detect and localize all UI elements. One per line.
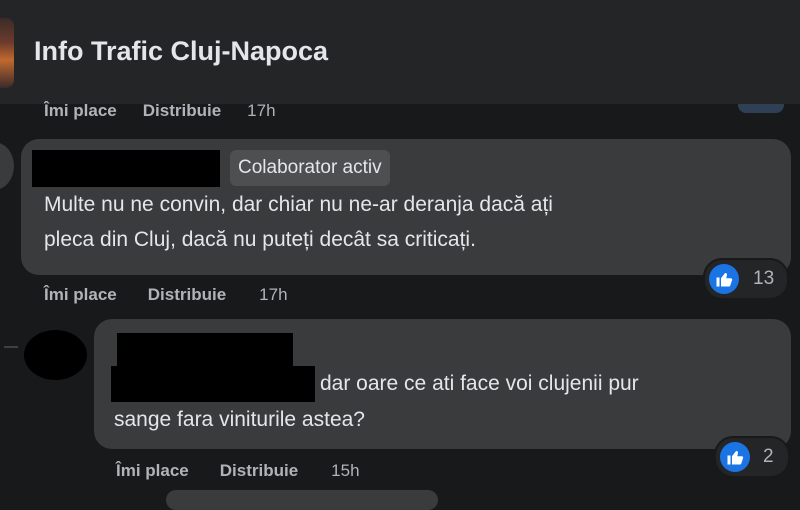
avatar[interactable]	[0, 142, 14, 190]
next-comment-bubble	[166, 490, 438, 510]
comment-actions: Îmi place Distribuie 15h	[116, 461, 360, 481]
group-title[interactable]: Info Trafic Cluj-Napoca	[34, 36, 328, 67]
comment-text: Multe nu ne convin, dar chiar nu ne-ar d…	[44, 187, 744, 257]
redacted-text	[111, 366, 315, 402]
redacted-author-name	[117, 333, 293, 366]
comment-timestamp[interactable]: 17h	[247, 101, 275, 120]
like-icon	[720, 442, 750, 472]
comment-bubble: Colaborator activ Multe nu ne convin, da…	[21, 139, 791, 275]
redacted-author-name	[32, 150, 220, 187]
contributor-badge: Colaborator activ	[230, 150, 390, 186]
comment-timestamp[interactable]: 17h	[259, 285, 287, 305]
group-header: Info Trafic Cluj-Napoca	[0, 0, 800, 104]
comment-actions: Îmi place Distribuie 17h	[44, 285, 288, 305]
share-button[interactable]: Distribuie	[220, 461, 298, 481]
avatar[interactable]	[24, 330, 87, 380]
group-cover-thumbnail[interactable]	[0, 18, 14, 88]
comment-bubble: dar oare ce ati face voi clujenii pur sa…	[94, 319, 791, 449]
comment-text-line: Multe nu ne convin, dar chiar nu ne-ar d…	[44, 193, 553, 216]
comment-timestamp[interactable]: 15h	[331, 461, 359, 481]
reaction-summary[interactable]: 2	[714, 436, 790, 478]
comment-text-line: pleca din Cluj, dacă nu puteți decât sa …	[44, 228, 476, 251]
like-icon	[709, 264, 739, 294]
like-button[interactable]: Îmi place	[116, 461, 189, 481]
reaction-summary[interactable]: 13	[703, 258, 789, 300]
reaction-count: 2	[763, 446, 774, 467]
comment-text-line: sange fara viniturile astea?	[114, 408, 365, 431]
like-button[interactable]: Îmi place	[44, 101, 117, 120]
previous-comment-actions: Îmi place Distribuie 17h	[44, 101, 302, 123]
comment-text-line: dar oare ce ati face voi clujenii pur	[320, 372, 639, 395]
thread-connector	[4, 346, 18, 348]
reaction-count: 13	[753, 268, 775, 289]
share-button[interactable]: Distribuie	[143, 101, 221, 120]
like-button[interactable]: Îmi place	[44, 285, 117, 305]
previous-reaction-pill[interactable]	[738, 104, 784, 113]
share-button[interactable]: Distribuie	[148, 285, 226, 305]
